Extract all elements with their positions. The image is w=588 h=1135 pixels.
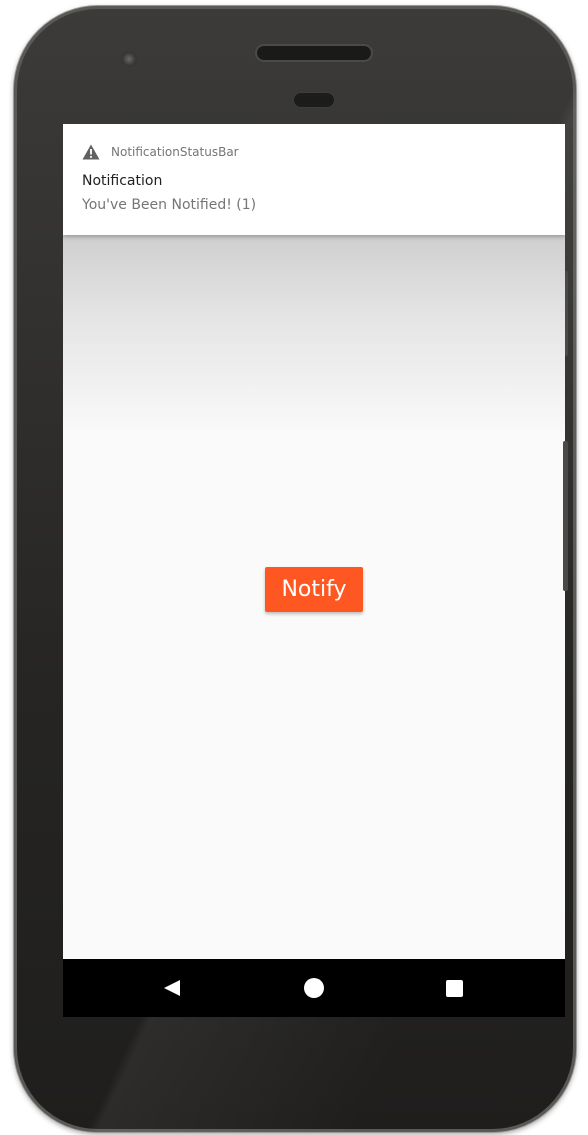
notification-header: NotificationStatusBar bbox=[82, 144, 239, 160]
notification-card[interactable]: NotificationStatusBar Notification You'v… bbox=[63, 124, 565, 235]
notification-text: You've Been Notified! (1) bbox=[82, 197, 257, 213]
proximity-sensor bbox=[294, 93, 334, 107]
earpiece-speaker bbox=[257, 46, 371, 60]
front-camera bbox=[121, 51, 137, 67]
recents-icon[interactable] bbox=[446, 980, 463, 997]
phone-frame: NotificationStatusBar Notification You'v… bbox=[14, 6, 576, 1132]
volume-rocker bbox=[563, 441, 568, 591]
notify-button[interactable]: Notify bbox=[265, 567, 363, 612]
notification-shade-shadow bbox=[63, 235, 565, 435]
device-screen: NotificationStatusBar Notification You'v… bbox=[63, 124, 565, 1017]
notification-app-name: NotificationStatusBar bbox=[111, 145, 239, 159]
notification-title: Notification bbox=[82, 173, 163, 189]
back-icon[interactable] bbox=[164, 980, 180, 996]
warning-icon bbox=[82, 144, 100, 160]
home-icon[interactable] bbox=[304, 978, 324, 998]
navigation-bar bbox=[63, 959, 565, 1017]
